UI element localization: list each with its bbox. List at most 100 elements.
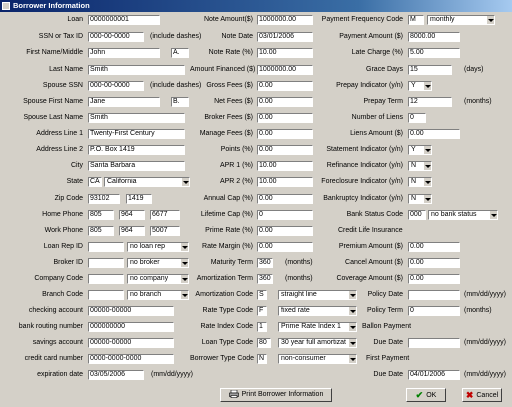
spouse-middle-initial-field[interactable]: B. — [171, 97, 189, 107]
ssn-field[interactable]: 000-00-0000 — [88, 32, 144, 42]
lifetime-cap-field[interactable]: 0 — [257, 210, 313, 220]
checking-account-field[interactable]: 00000-00000 — [88, 306, 174, 316]
zip-field[interactable]: 93102 — [88, 194, 120, 204]
cancel-button[interactable]: ✖ Cancel — [462, 388, 502, 402]
note-rate-field[interactable]: 10.00 — [257, 48, 313, 58]
loan-field[interactable]: 0000000001 — [88, 15, 160, 25]
broker-fees-field[interactable]: 0.00 — [257, 113, 313, 123]
statement-indicator-select[interactable]: Y — [408, 145, 432, 155]
chevron-down-icon[interactable] — [181, 178, 189, 186]
savings-account-field[interactable]: 00000-00000 — [88, 338, 174, 348]
bank-status-select[interactable]: no bank status — [428, 210, 498, 220]
rate-margin-field[interactable]: 0.00 — [257, 242, 313, 252]
annual-cap-field[interactable]: 0.00 — [257, 194, 313, 204]
amortization-code-field[interactable]: S — [257, 290, 267, 300]
rate-type-field[interactable]: F — [257, 306, 267, 316]
apr1-field[interactable]: 10.00 — [257, 161, 313, 171]
chevron-down-icon[interactable] — [180, 243, 188, 251]
rate-index-field[interactable]: 1 — [257, 322, 267, 332]
grace-days-field[interactable]: 15 — [408, 65, 452, 75]
loan-type-field[interactable]: 80 — [257, 338, 271, 348]
number-of-liens-field[interactable]: 0 — [408, 113, 426, 123]
address-line2-field[interactable]: P.O. Box 1419 — [88, 145, 185, 155]
coverage-amount-field[interactable]: 0.00 — [408, 274, 460, 284]
broker-select[interactable]: no broker — [127, 258, 189, 268]
home-phone-line-field[interactable]: 6677 — [150, 210, 180, 220]
last-name-field[interactable]: Smith — [88, 65, 185, 75]
gross-fees-field[interactable]: 0.00 — [257, 81, 313, 91]
apr2-field[interactable]: 10.00 — [257, 177, 313, 187]
city-field[interactable]: Santa Barbara — [88, 161, 185, 171]
first-name-field[interactable]: John — [88, 48, 160, 58]
chevron-down-icon[interactable] — [180, 291, 188, 299]
prepay-indicator-select[interactable]: Y — [408, 81, 432, 91]
policy-date-field[interactable] — [408, 290, 460, 300]
prime-rate-field[interactable]: 0.00 — [257, 226, 313, 236]
branch-select[interactable]: no branch — [127, 290, 189, 300]
spouse-ssn-field[interactable]: 000-00-0000 — [88, 81, 144, 91]
refinance-indicator-select[interactable]: N — [408, 161, 432, 171]
note-amount-field[interactable]: 1000000.00 — [257, 15, 313, 25]
maturity-term-field[interactable]: 360 — [257, 258, 273, 268]
work-phone-area-field[interactable]: 805 — [88, 226, 114, 236]
title-bar[interactable]: Borrower Information — [0, 0, 512, 12]
chevron-down-icon[interactable] — [180, 275, 188, 283]
home-phone-area-field[interactable]: 805 — [88, 210, 114, 220]
cancel-amount-field[interactable]: 0.00 — [408, 258, 460, 268]
chevron-down-icon[interactable] — [423, 195, 431, 203]
balloon-due-date-field[interactable] — [408, 338, 460, 348]
chevron-down-icon[interactable] — [423, 82, 431, 90]
points-field[interactable]: 0.00 — [257, 145, 313, 155]
chevron-down-icon[interactable] — [348, 323, 356, 331]
bankruptcy-indicator-select[interactable]: N — [408, 194, 432, 204]
chevron-down-icon[interactable] — [423, 162, 431, 170]
company-code-field[interactable] — [88, 274, 124, 284]
net-fees-field[interactable]: 0.00 — [257, 97, 313, 107]
chevron-down-icon[interactable] — [348, 355, 356, 363]
chevron-down-icon[interactable] — [423, 146, 431, 154]
state-select[interactable]: California — [104, 177, 190, 187]
premium-amount-field[interactable]: 0.00 — [408, 242, 460, 252]
middle-initial-field[interactable]: A. — [171, 48, 189, 58]
chevron-down-icon[interactable] — [489, 211, 497, 219]
borrower-type-field[interactable]: N — [257, 354, 267, 364]
foreclosure-indicator-select[interactable]: N — [408, 177, 432, 187]
liens-amount-field[interactable]: 0.00 — [408, 129, 460, 139]
policy-term-field[interactable]: 0 — [408, 306, 460, 316]
borrower-type-select[interactable]: non-consumer — [278, 354, 357, 364]
amortization-term-field[interactable]: 360 — [257, 274, 273, 284]
manage-fees-field[interactable]: 0.00 — [257, 129, 313, 139]
bank-status-field[interactable]: 000 — [408, 210, 426, 220]
loan-rep-field[interactable] — [88, 242, 124, 252]
payment-frequency-field[interactable]: M — [408, 15, 424, 25]
work-phone-line-field[interactable]: 5007 — [150, 226, 180, 236]
payment-amount-field[interactable]: 8000.00 — [408, 32, 460, 42]
first-due-date-field[interactable]: 04/01/2006 — [408, 370, 460, 380]
ok-button[interactable]: ✔ OK — [406, 388, 446, 402]
spouse-first-name-field[interactable]: Jane — [88, 97, 160, 107]
spouse-last-name-field[interactable]: Smith — [88, 113, 185, 123]
company-select[interactable]: no company — [127, 274, 189, 284]
broker-field[interactable] — [88, 258, 124, 268]
work-phone-prefix-field[interactable]: 964 — [119, 226, 145, 236]
credit-card-field[interactable]: 0000-0000-0000 — [88, 354, 174, 364]
rate-index-select[interactable]: Prime Rate Index 1 — [278, 322, 357, 332]
chevron-down-icon[interactable] — [423, 178, 431, 186]
late-charge-field[interactable]: 5.00 — [408, 48, 460, 58]
address-line1-field[interactable]: Twenty-First Century — [88, 129, 185, 139]
amount-financed-label: Amount Financed ($) — [190, 66, 256, 73]
branch-code-field[interactable] — [88, 290, 124, 300]
zip-plus4-field[interactable]: 1419 — [126, 194, 152, 204]
chevron-down-icon[interactable] — [180, 259, 188, 267]
payment-frequency-select[interactable]: monthly — [427, 15, 495, 25]
prepay-term-field[interactable]: 12 — [408, 97, 452, 107]
amount-financed-field[interactable]: 1000000.00 — [257, 65, 313, 75]
loan-rep-select[interactable]: no loan rep — [127, 242, 189, 252]
note-date-field[interactable]: 03/01/2006 — [257, 32, 313, 42]
chevron-down-icon[interactable] — [486, 16, 494, 24]
bank-routing-field[interactable]: 000000000 — [88, 322, 174, 332]
expiration-date-field[interactable]: 03/05/2006 — [88, 370, 144, 380]
state-code-field[interactable]: CA — [88, 177, 102, 187]
print-borrower-button[interactable]: Print Borrower Information — [220, 388, 332, 402]
home-phone-prefix-field[interactable]: 964 — [119, 210, 145, 220]
